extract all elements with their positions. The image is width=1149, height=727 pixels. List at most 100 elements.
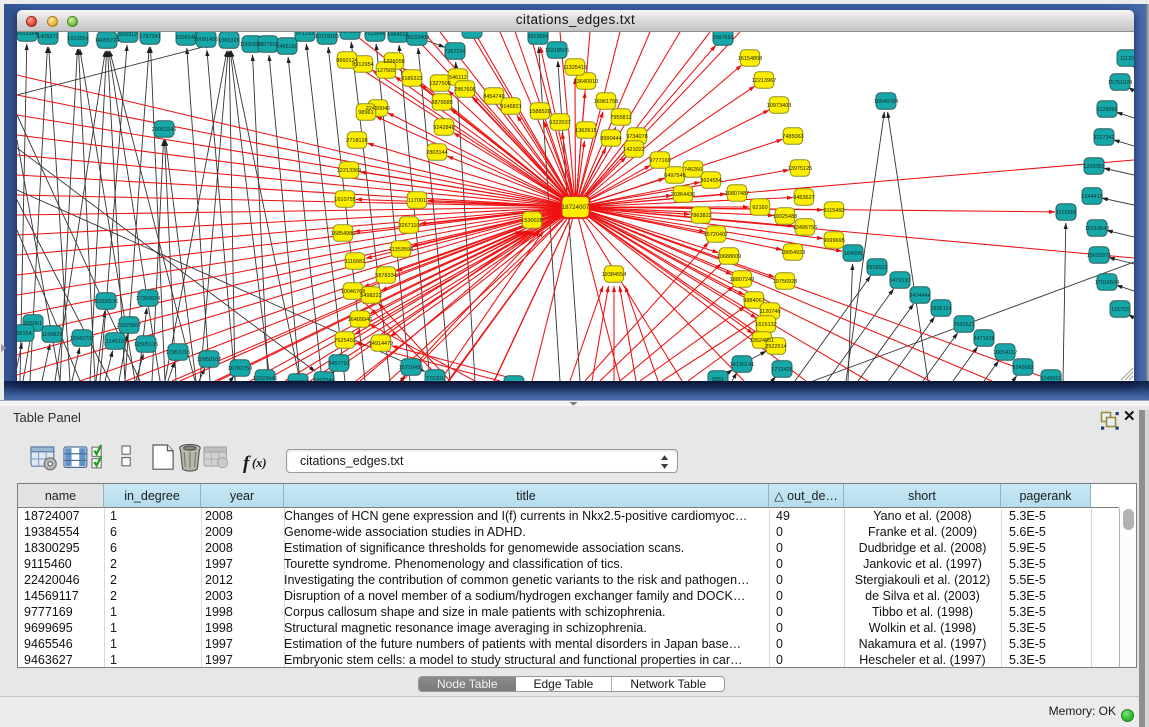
svg-text:20364436: 20364436 (671, 192, 695, 198)
svg-text:8660124: 8660124 (336, 58, 357, 64)
svg-text:9777169: 9777169 (649, 158, 670, 164)
svg-text:1787341: 1787341 (139, 34, 160, 40)
svg-text:14914479: 14914479 (369, 341, 393, 347)
svg-text:2867608: 2867608 (454, 87, 475, 93)
svg-text:20206536: 20206536 (94, 299, 118, 305)
svg-text:17957255: 17957255 (166, 350, 190, 356)
svg-text:8990444: 8990444 (600, 136, 621, 142)
svg-text:935061: 935061 (24, 321, 42, 327)
svg-text:12023446: 12023446 (253, 376, 277, 381)
svg-text:1209382: 1209382 (1083, 164, 1104, 170)
svg-text:13495756: 13495756 (793, 225, 817, 231)
svg-text:12505135: 12505135 (134, 342, 158, 348)
svg-text:98961: 98961 (358, 110, 373, 116)
svg-text:16961758: 16961758 (594, 99, 618, 105)
svg-text:62160: 62160 (752, 205, 767, 211)
svg-text:7485063: 7485063 (782, 134, 803, 140)
svg-text:16782759: 16782759 (228, 366, 252, 372)
svg-text:3267110: 3267110 (398, 223, 419, 229)
svg-text:1733426: 1733426 (771, 367, 792, 373)
svg-text:2093364: 2093364 (17, 32, 38, 37)
svg-text:903312: 903312 (119, 32, 137, 38)
svg-text:2687682: 2687682 (712, 35, 733, 41)
svg-text:17359924: 17359924 (136, 296, 160, 302)
svg-text:8186323: 8186323 (401, 76, 422, 82)
svg-text:f: f (243, 453, 251, 474)
svg-text:9227342: 9227342 (1093, 135, 1114, 141)
svg-text:9463627: 9463627 (793, 195, 814, 201)
svg-text:1362615: 1362615 (575, 128, 596, 134)
svg-text:9734078: 9734078 (626, 134, 647, 140)
svg-text:10973403: 10973403 (767, 103, 791, 109)
svg-text:19654923: 19654923 (781, 250, 805, 256)
svg-text:2522514: 2522514 (765, 344, 786, 350)
svg-text:1588520: 1588520 (529, 109, 550, 115)
svg-text:16033409: 16033409 (405, 35, 429, 41)
svg-text:3875685: 3875685 (431, 100, 452, 106)
svg-text:13975125: 13975125 (788, 166, 812, 172)
svg-text:9245682: 9245682 (1012, 365, 1033, 371)
svg-text:7632621: 7632621 (953, 322, 974, 328)
svg-text:6479197: 6479197 (889, 278, 910, 284)
svg-text:2718126: 2718126 (346, 138, 367, 144)
svg-text:16854986: 16854986 (331, 231, 355, 237)
svg-text:1092344: 1092344 (313, 378, 334, 381)
svg-text:116753: 116753 (1111, 307, 1129, 313)
svg-text:9474444: 9474444 (909, 293, 930, 299)
svg-text:12213967: 12213967 (752, 78, 776, 84)
svg-text:1615132: 1615132 (755, 322, 776, 328)
svg-text:7625402: 7625402 (334, 338, 355, 344)
svg-text:1226058: 1226058 (383, 59, 404, 65)
svg-text:7955812: 7955812 (610, 115, 631, 121)
svg-text:9115460: 9115460 (823, 208, 844, 214)
svg-text:23975867: 23975867 (117, 323, 141, 329)
svg-text:9699695: 9699695 (823, 238, 844, 244)
svg-text:6497548: 6497548 (664, 173, 685, 179)
svg-text:6466160: 6466160 (276, 44, 297, 50)
svg-text:10025488: 10025488 (773, 214, 797, 220)
svg-text:11353594: 11353594 (389, 247, 413, 253)
svg-text:15716485: 15716485 (399, 365, 423, 371)
svg-text:1421022: 1421022 (623, 147, 644, 153)
svg-text:9457791: 9457791 (328, 361, 349, 367)
svg-text:19218506: 19218506 (545, 48, 569, 54)
svg-text:10688609: 10688609 (717, 254, 741, 260)
svg-text:1244415: 1244415 (1081, 194, 1102, 200)
svg-text:9884067: 9884067 (743, 298, 764, 304)
svg-text:9457791: 9457791 (287, 380, 308, 381)
svg-text:10807487: 10807487 (725, 191, 749, 197)
svg-text:1610755: 1610755 (334, 197, 355, 203)
svg-text:3215958: 3215958 (1055, 210, 1076, 216)
svg-text:9351: 9351 (712, 377, 724, 381)
svg-text:8471626: 8471626 (973, 336, 994, 342)
svg-text:9245002: 9245002 (1040, 376, 1061, 381)
svg-text:1327508: 1327508 (429, 81, 450, 87)
svg-text:1116682: 1116682 (345, 259, 366, 265)
svg-text:29053346: 29053346 (152, 127, 176, 133)
svg-text:20091406: 20091406 (194, 37, 218, 43)
svg-text:15720407: 15720407 (704, 232, 728, 238)
svg-text:3624554: 3624554 (700, 178, 721, 184)
svg-text:11122: 11122 (1120, 56, 1134, 62)
svg-text:15751024: 15751024 (1108, 80, 1132, 86)
svg-text:9129966: 9129966 (1096, 107, 1117, 113)
svg-text:1120746: 1120746 (759, 309, 780, 315)
svg-text:127509: 127509 (377, 68, 395, 74)
svg-text:13640910: 13640910 (574, 79, 598, 85)
svg-text:10654112: 10654112 (993, 350, 1017, 356)
svg-text:10719155: 10719155 (315, 34, 339, 40)
svg-text:14055724: 14055724 (95, 38, 119, 44)
svg-text:39154: 39154 (17, 331, 32, 337)
svg-text:18724007: 18724007 (562, 204, 590, 211)
svg-text:772301: 772301 (426, 376, 444, 381)
svg-text:5878334: 5878334 (375, 273, 396, 279)
svg-text:14136141: 14136141 (730, 362, 754, 368)
svg-text:15692971: 15692971 (1087, 253, 1111, 259)
svg-text:164095: 164095 (844, 251, 862, 257)
svg-text:16409946: 16409946 (348, 317, 372, 323)
svg-text:16210643: 16210643 (1085, 226, 1109, 232)
svg-text:1405572: 1405572 (37, 34, 58, 40)
svg-text:746266: 746266 (684, 167, 702, 173)
svg-text:7515546: 7515546 (364, 32, 385, 37)
svg-text:546112: 546112 (449, 75, 467, 81)
